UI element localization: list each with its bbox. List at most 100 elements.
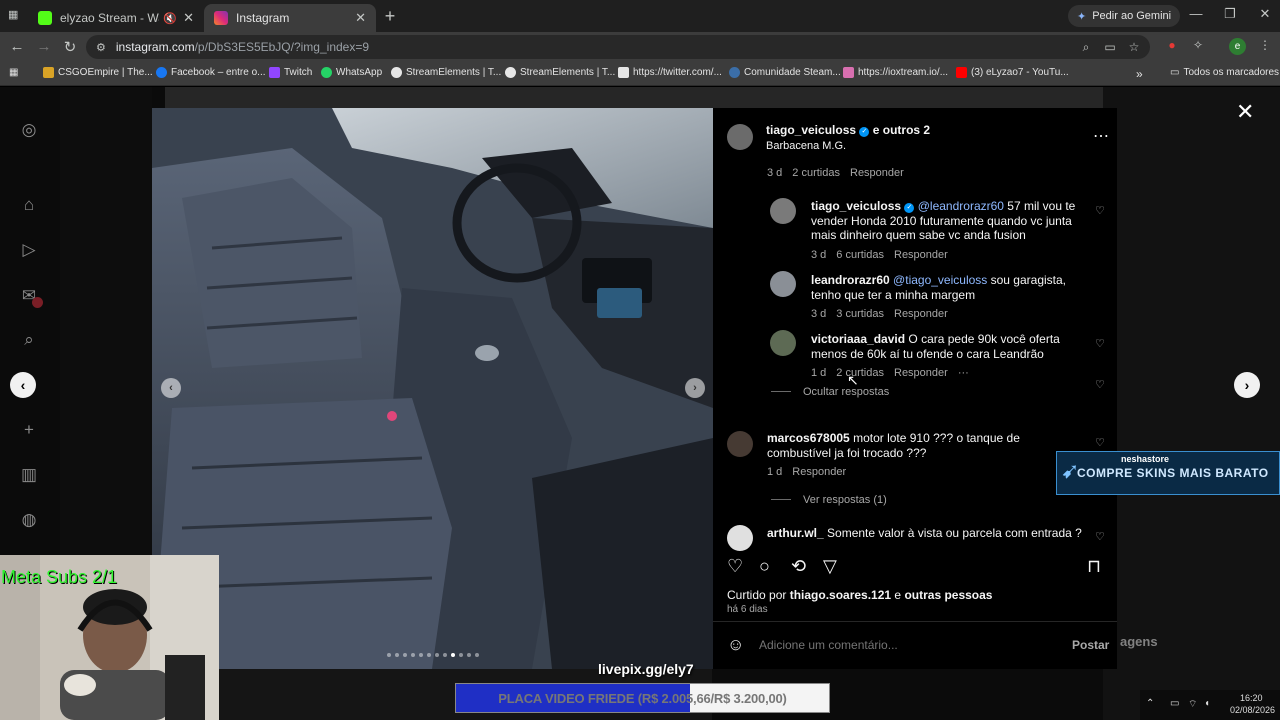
bookmark-item[interactable]: Facebook – entre o...	[156, 67, 266, 78]
profile-icon[interactable]: ◍	[19, 510, 39, 530]
dashboard-icon[interactable]: ▥	[19, 465, 39, 485]
muted-speaker-icon[interactable]: 🔇	[163, 12, 177, 25]
carousel-dot[interactable]	[395, 653, 399, 657]
carousel-dot[interactable]	[443, 653, 447, 657]
reply-button[interactable]: Responder	[894, 367, 948, 379]
post-location[interactable]: Barbacena M.G.	[766, 139, 846, 154]
volume-icon[interactable]: ◖	[1204, 698, 1210, 709]
hide-replies-button[interactable]: Ocultar respostas	[771, 386, 889, 398]
extensions-puzzle-icon[interactable]: ✧	[1189, 38, 1207, 56]
create-icon[interactable]: +	[19, 420, 39, 440]
photo-next-icon[interactable]: ›	[685, 378, 705, 398]
install-app-icon[interactable]: ▭	[1102, 40, 1118, 54]
close-window-button[interactable]: ✕	[1256, 6, 1274, 22]
reply-likes[interactable]: 3 curtidas	[836, 308, 884, 320]
carousel-dot[interactable]	[451, 653, 455, 657]
close-modal-icon[interactable]: ✕	[1236, 99, 1254, 125]
bookmark-item[interactable]: https://ioxtream.io/...	[843, 67, 948, 78]
restore-button[interactable]: ❐	[1221, 6, 1239, 22]
carousel-dot[interactable]	[427, 653, 431, 657]
post-photo[interactable]: ‹ ›	[152, 108, 713, 669]
view-replies-button[interactable]: Ver respostas (1)	[771, 494, 887, 506]
bookmark-star-icon[interactable]: ☆	[1126, 40, 1142, 54]
previous-post-button[interactable]: ‹	[10, 372, 36, 398]
carousel-dot[interactable]	[387, 653, 391, 657]
bookmark-item[interactable]: StreamElements | T...	[391, 67, 501, 78]
share-send-icon[interactable]: ▽	[823, 556, 837, 577]
reply-button[interactable]: Responder	[850, 167, 904, 179]
post-comment-button[interactable]: Postar	[1072, 638, 1109, 652]
reply-button[interactable]: Responder	[894, 249, 948, 261]
avatar[interactable]	[770, 330, 796, 356]
emoji-icon[interactable]: ☺	[727, 635, 744, 655]
all-bookmarks-folder[interactable]: ▭ Todos os marcadores	[1170, 67, 1279, 78]
site-info-icon[interactable]: ⚙	[96, 41, 106, 54]
zoom-icon[interactable]: ⌕	[1078, 40, 1094, 55]
carousel-dot[interactable]	[419, 653, 423, 657]
comment-username[interactable]: marcos678005	[767, 431, 850, 445]
author-username[interactable]: tiago_veiculoss	[766, 123, 856, 137]
bookmark-item[interactable]: Comunidade Steam...	[729, 67, 841, 78]
carousel-dot[interactable]	[411, 653, 415, 657]
liked-by-user[interactable]: thiago.soares.121	[790, 588, 891, 602]
carousel-dot[interactable]	[467, 653, 471, 657]
carousel-dot[interactable]	[403, 653, 407, 657]
search-icon[interactable]: ⌕	[19, 330, 39, 350]
avatar[interactable]	[770, 198, 796, 224]
next-post-button[interactable]: ›	[1234, 372, 1260, 398]
more-icon[interactable]: ···	[958, 367, 969, 379]
like-comment-icon[interactable]: ♡	[1095, 530, 1105, 543]
like-comment-icon[interactable]: ♡	[1095, 436, 1105, 449]
new-tab-button[interactable]: +	[380, 6, 400, 27]
bookmark-item[interactable]: StreamElements | T...	[505, 67, 615, 78]
address-bar[interactable]: ⚙ instagram.com/p/DbS3ES5EbJQ/?img_index…	[86, 35, 1150, 59]
back-button[interactable]: ←	[8, 38, 26, 55]
profile-avatar[interactable]: e	[1229, 38, 1246, 55]
liked-by-others[interactable]: outras pessoas	[904, 588, 992, 602]
tab-elyzao-stream[interactable]: elyzao Stream - Watch Live 🔇 ✕	[28, 4, 204, 32]
like-comment-icon[interactable]: ♡	[1095, 337, 1105, 350]
reply-button[interactable]: Responder	[894, 308, 948, 320]
extension-icon[interactable]: ●	[1163, 38, 1181, 56]
reply-likes[interactable]: 6 curtidas	[836, 249, 884, 261]
tray-expand-icon[interactable]: ⌃	[1146, 698, 1154, 709]
tab-search-icon[interactable]: ▦	[8, 8, 22, 22]
avatar[interactable]	[727, 124, 753, 150]
comment-input[interactable]	[759, 634, 1049, 656]
like-heart-icon[interactable]: ♡	[727, 556, 743, 577]
bookmark-item[interactable]: WhatsApp	[321, 67, 382, 78]
reload-button[interactable]: ↻	[61, 38, 79, 56]
mention-link[interactable]: @leandrorazr60	[918, 199, 1004, 213]
apps-grid-icon[interactable]: ▦	[9, 67, 18, 78]
avatar[interactable]	[770, 271, 796, 297]
like-comment-icon[interactable]: ♡	[1095, 378, 1105, 391]
carousel-dot[interactable]	[475, 653, 479, 657]
close-tab-icon[interactable]: ✕	[355, 10, 366, 26]
tab-instagram[interactable]: Instagram ✕	[204, 4, 376, 32]
reply-username[interactable]: leandrorazr60	[811, 273, 890, 287]
reply-likes[interactable]: 2 curtidas	[836, 367, 884, 379]
wifi-icon[interactable]: ⌔	[1188, 698, 1197, 711]
instagram-logo-icon[interactable]: ◎	[19, 120, 39, 140]
comment-username[interactable]: arthur.wl_	[767, 526, 824, 540]
avatar[interactable]	[727, 525, 753, 551]
comment-likes[interactable]: 2 curtidas	[792, 167, 840, 179]
carousel-dot[interactable]	[435, 653, 439, 657]
menu-kebab-icon[interactable]: ⋮	[1256, 38, 1274, 56]
like-comment-icon[interactable]: ♡	[1095, 204, 1105, 217]
repost-icon[interactable]: ⟲	[791, 556, 806, 577]
save-bookmark-icon[interactable]: ⊓	[1087, 556, 1101, 577]
forward-button[interactable]: →	[35, 38, 53, 55]
coauthors[interactable]: e outros 2	[873, 123, 930, 137]
carousel-dot[interactable]	[459, 653, 463, 657]
more-options-icon[interactable]: ⋯	[1093, 126, 1109, 146]
reels-icon[interactable]: ▷	[19, 240, 39, 260]
mention-link[interactable]: @tiago_veiculoss	[893, 273, 987, 287]
bookmark-item[interactable]: (3) eLyzao7 - YouTu...	[956, 67, 1069, 78]
home-icon[interactable]: ⌂	[19, 195, 39, 215]
ask-gemini-button[interactable]: ✦ Pedir ao Gemini	[1068, 5, 1181, 27]
bookmark-item[interactable]: https://twitter.com/...	[618, 67, 722, 78]
more-bookmarks-icon[interactable]: »	[1136, 67, 1143, 81]
close-tab-icon[interactable]: ✕	[183, 10, 194, 26]
network-icon[interactable]: ▭	[1170, 698, 1179, 709]
